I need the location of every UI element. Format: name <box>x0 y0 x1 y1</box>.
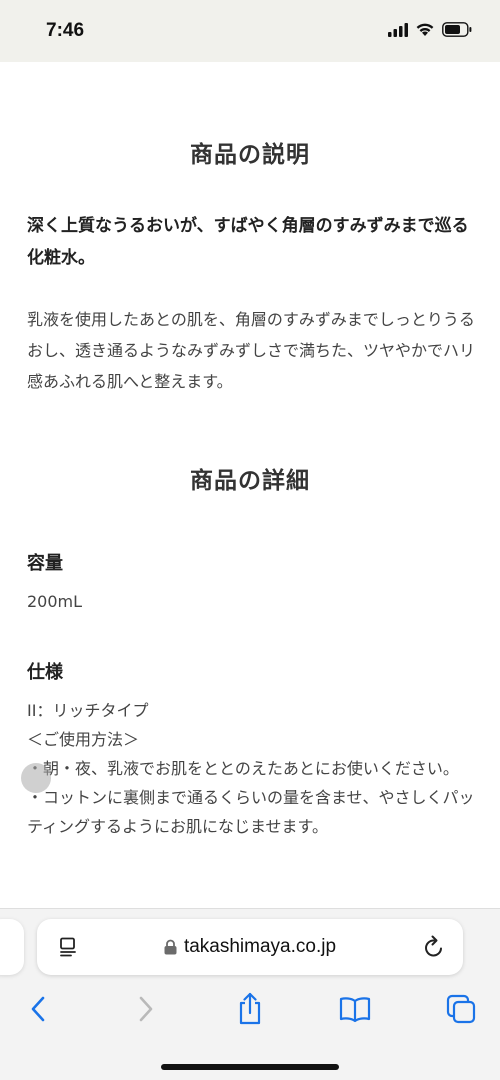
status-time: 7:46 <box>46 20 85 41</box>
reader-icon[interactable] <box>57 936 79 962</box>
battery-icon <box>442 22 472 37</box>
page-content: 商品の説明 深く上質なうるおいが、すばやく角層のすみずみまで巡る化粧水。 乳液を… <box>0 62 500 908</box>
spec-lines: II：リッチタイプ ＜ご使用方法＞ ・朝・夜、乳液でお肌をととのえたあとにお使い… <box>27 696 477 841</box>
spec-line: ＜ご使用方法＞ <box>27 730 140 749</box>
capacity-value: 200mL <box>27 592 83 611</box>
book-icon <box>339 997 371 1023</box>
chevron-right-icon <box>139 996 153 1022</box>
home-indicator <box>161 1064 339 1070</box>
status-icons <box>388 22 472 37</box>
spec-line: II：リッチタイプ <box>27 701 149 720</box>
share-icon <box>239 992 261 1025</box>
spec-line: ・コットンに裏側まで通るくらいの量を含ませ、やさしくパッティングするようにお肌に… <box>27 788 475 836</box>
browser-toolbar: takashimaya.co.jp <box>0 908 500 1080</box>
wifi-icon <box>416 23 434 36</box>
lock-icon <box>164 939 177 955</box>
spec-label: 仕様 <box>27 662 63 683</box>
tabs-icon <box>446 994 476 1024</box>
nav-row <box>0 989 500 1029</box>
address-bar[interactable]: takashimaya.co.jp <box>37 919 463 975</box>
bookmarks-button[interactable] <box>335 989 375 1029</box>
share-button[interactable] <box>230 989 270 1029</box>
signal-icon <box>388 22 408 37</box>
forward-button[interactable] <box>126 989 166 1029</box>
previous-tab-card[interactable] <box>0 919 24 975</box>
url-text: takashimaya.co.jp <box>183 936 337 957</box>
tabs-button[interactable] <box>441 989 481 1029</box>
address-center: takashimaya.co.jp <box>37 919 463 975</box>
chevron-left-icon <box>31 996 45 1022</box>
description-lead: 深く上質なうるおいが、すばやく角層のすみずみまで巡る化粧水。 <box>27 216 469 268</box>
back-button[interactable] <box>18 989 58 1029</box>
status-bar: 7:46 <box>0 0 500 62</box>
description-body: 乳液を使用したあとの肌を、角層のすみずみまでしっとりうるおし、透き通るようなみず… <box>27 310 476 391</box>
capacity-label: 容量 <box>27 553 63 574</box>
spec-line: ・朝・夜、乳液でお肌をととのえたあとにお使いください。 <box>27 759 459 778</box>
details-heading: 商品の詳細 <box>190 468 310 494</box>
touch-indicator <box>21 763 51 793</box>
reload-icon[interactable] <box>423 935 445 963</box>
description-heading: 商品の説明 <box>190 142 310 168</box>
